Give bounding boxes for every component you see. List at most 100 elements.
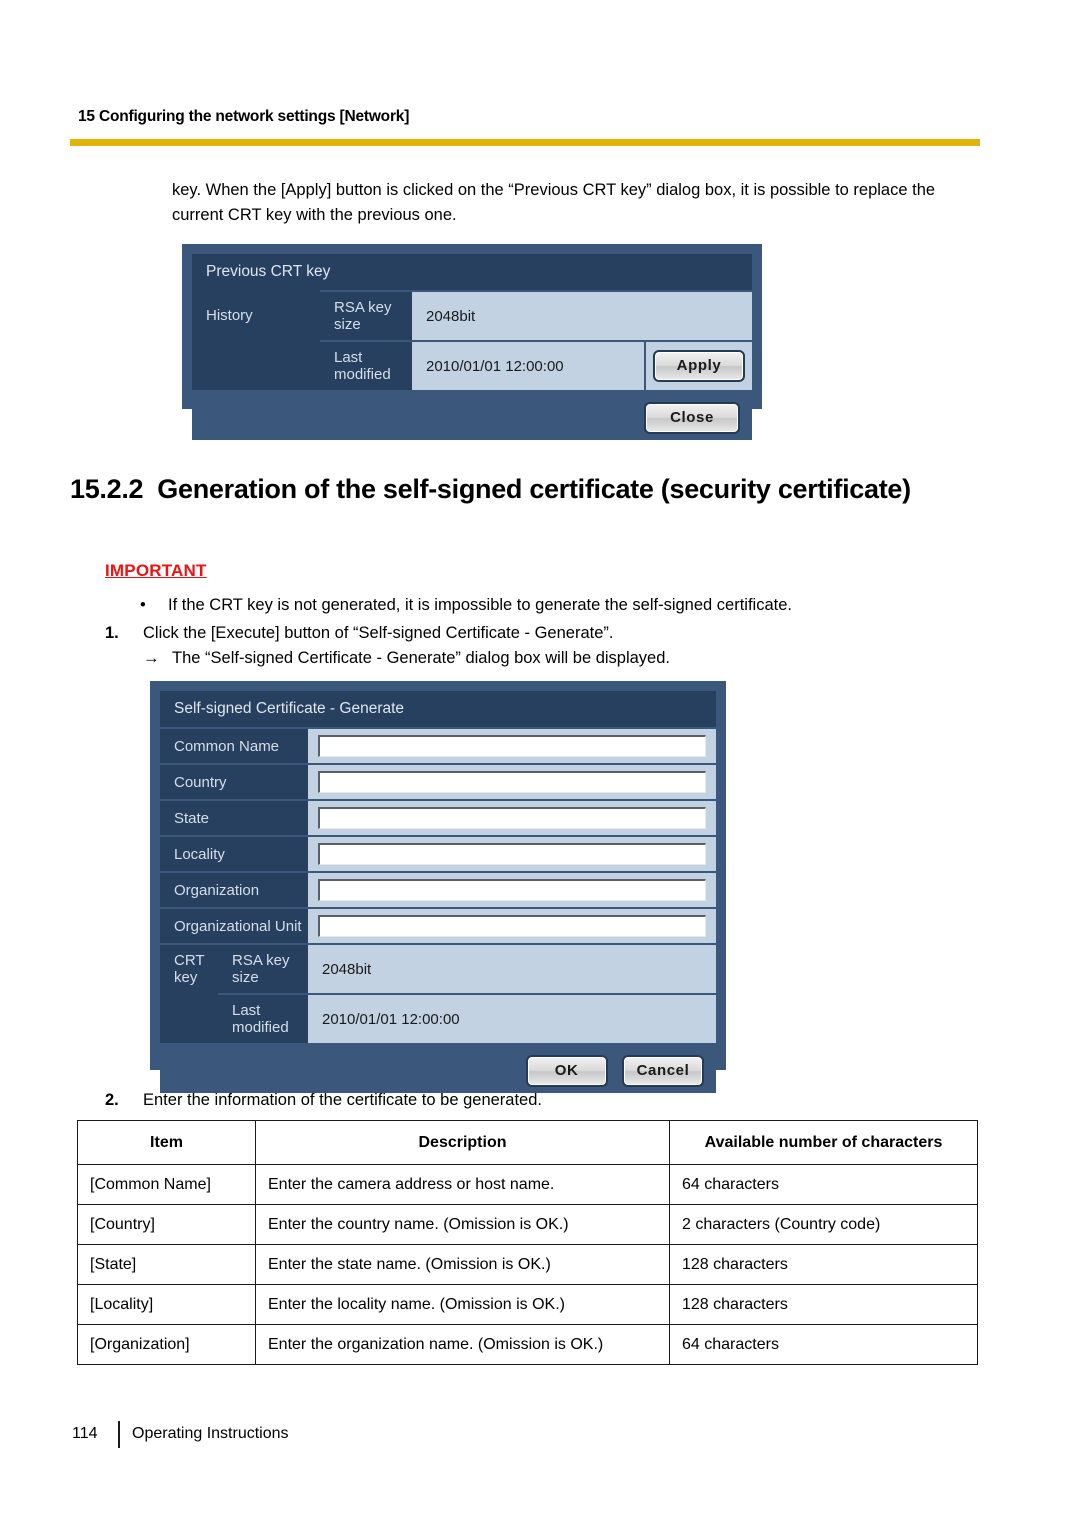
apply-button[interactable]: Apply xyxy=(653,350,745,382)
cell-item: [Country] xyxy=(77,1204,256,1245)
organization-input[interactable] xyxy=(318,879,706,901)
column-header-description: Description xyxy=(255,1120,670,1165)
crt-key-grid: CRT key RSA key size 2048bit xyxy=(160,943,716,993)
table-row: [State] Enter the state name. (Omission … xyxy=(77,1244,978,1285)
table-head: Item Description Available number of cha… xyxy=(77,1120,978,1165)
cell-characters: 64 characters xyxy=(669,1164,978,1205)
field-row-organizational-unit: Organizational Unit xyxy=(160,907,716,943)
rsa-key-size-label: RSA key size xyxy=(320,290,412,340)
cell-characters: 128 characters xyxy=(669,1284,978,1325)
field-row-locality: Locality xyxy=(160,835,716,871)
locality-input[interactable] xyxy=(318,843,706,865)
state-input-cell xyxy=(308,799,716,835)
step-1: 1. Click the [Execute] button of “Self-s… xyxy=(105,621,985,645)
certificate-fields-grid: Common Name Country State Locality Organ… xyxy=(160,727,716,943)
important-bullet-text: If the CRT key is not generated, it is i… xyxy=(168,596,792,614)
certificate-items-table: Item Description Available number of cha… xyxy=(77,1120,978,1365)
country-label: Country xyxy=(160,763,308,799)
page-number: 114 xyxy=(72,1425,98,1442)
cancel-button[interactable]: Cancel xyxy=(622,1055,704,1087)
crt-key-label: CRT key xyxy=(160,943,218,993)
step-2: 2. Enter the information of the certific… xyxy=(105,1088,985,1112)
cell-description: Enter the locality name. (Omission is OK… xyxy=(255,1284,670,1325)
organizational-unit-label: Organizational Unit xyxy=(160,907,308,943)
section-heading: 15.2.2 Generation of the self-signed cert… xyxy=(70,472,982,506)
document-name: Operating Instructions xyxy=(132,1425,289,1442)
common-name-input[interactable] xyxy=(318,735,706,757)
cell-item: [Organization] xyxy=(77,1324,256,1365)
self-signed-certificate-generate-dialog: Self-signed Certificate - Generate Commo… xyxy=(150,681,726,1093)
ok-button[interactable]: OK xyxy=(525,1055,608,1087)
running-head: 15 Configuring the network settings [Net… xyxy=(78,108,410,125)
country-input-cell xyxy=(308,763,716,799)
organization-label: Organization xyxy=(160,871,308,907)
history-grid: History RSA key size 2048bit xyxy=(192,290,752,340)
step-2-text: Enter the information of the certificate… xyxy=(143,1091,542,1109)
close-button[interactable]: Close xyxy=(644,402,740,434)
section-title: Generation of the self-signed certificat… xyxy=(157,474,911,504)
step-1-result-text: The “Self-signed Certificate - Generate”… xyxy=(172,649,670,667)
last-modified-row: Last modified 2010/01/01 12:00:00 Apply xyxy=(192,340,752,390)
dialog-title: Previous CRT key xyxy=(192,254,752,290)
column-header-item: Item xyxy=(77,1120,256,1165)
arrow-icon: → xyxy=(143,649,160,667)
common-name-input-cell xyxy=(308,727,716,763)
previous-crt-key-dialog: Previous CRT key History RSA key size 20… xyxy=(182,244,762,440)
table-header-row: Item Description Available number of cha… xyxy=(77,1120,978,1165)
field-row-common-name: Common Name xyxy=(160,727,716,763)
field-row-country: Country xyxy=(160,763,716,799)
organizational-unit-input[interactable] xyxy=(318,915,706,937)
rsa-key-size-value: 2048bit xyxy=(412,290,752,340)
cell-item: [Common Name] xyxy=(77,1164,256,1205)
crt-last-modified-value: 2010/01/01 12:00:00 xyxy=(308,993,716,1043)
section-number: 15.2.2 xyxy=(70,474,144,504)
locality-label: Locality xyxy=(160,835,308,871)
last-modified-value: 2010/01/01 12:00:00 xyxy=(412,340,644,390)
table-row: [Common Name] Enter the camera address o… xyxy=(77,1164,978,1205)
cell-description: Enter the organization name. (Omission i… xyxy=(255,1324,670,1365)
cell-characters: 2 characters (Country code) xyxy=(669,1204,978,1245)
country-input[interactable] xyxy=(318,771,706,793)
organization-input-cell xyxy=(308,871,716,907)
dialog-footer: OK Cancel xyxy=(160,1043,716,1093)
crt-last-modified-label: Last modified xyxy=(218,993,308,1043)
common-name-label: Common Name xyxy=(160,727,308,763)
last-modified-grid: Last modified 2010/01/01 12:00:00 Apply xyxy=(192,340,752,390)
step-1-number: 1. xyxy=(105,624,119,642)
crt-rsa-key-size-row: CRT key RSA key size 2048bit xyxy=(160,943,716,993)
table-body: [Common Name] Enter the camera address o… xyxy=(77,1164,978,1365)
cell-description: Enter the state name. (Omission is OK.) xyxy=(255,1244,670,1285)
cell-item: [State] xyxy=(77,1244,256,1285)
crt-key-label-spacer xyxy=(160,993,218,1043)
apply-button-cell: Apply xyxy=(644,340,752,390)
locality-input-cell xyxy=(308,835,716,871)
important-bullet-item: • If the CRT key is not generated, it is… xyxy=(140,593,980,617)
step-2-number: 2. xyxy=(105,1091,119,1109)
cell-description: Enter the country name. (Omission is OK.… xyxy=(255,1204,670,1245)
last-modified-label: Last modified xyxy=(320,340,412,390)
field-row-organization: Organization xyxy=(160,871,716,907)
cell-description: Enter the camera address or host name. xyxy=(255,1164,670,1205)
table-row: [Organization] Enter the organization na… xyxy=(77,1324,978,1365)
cell-characters: 128 characters xyxy=(669,1244,978,1285)
history-label: History xyxy=(192,290,320,340)
rsa-key-size-row: History RSA key size 2048bit xyxy=(192,290,752,340)
crt-last-modified-grid: Last modified 2010/01/01 12:00:00 xyxy=(160,993,716,1043)
step-1-result: → The “Self-signed Certificate - Generat… xyxy=(143,646,1003,670)
step-1-text: Click the [Execute] button of “Self-sign… xyxy=(143,624,614,642)
dialog-title: Self-signed Certificate - Generate xyxy=(160,691,716,727)
column-header-available-characters: Available number of characters xyxy=(669,1120,978,1165)
table-row: [Locality] Enter the locality name. (Omi… xyxy=(77,1284,978,1325)
history-label-spacer xyxy=(192,340,320,390)
state-input[interactable] xyxy=(318,807,706,829)
crt-rsa-key-size-label: RSA key size xyxy=(218,943,308,993)
bullet-glyph: • xyxy=(140,596,146,614)
cell-characters: 64 characters xyxy=(669,1324,978,1365)
intro-paragraph: key. When the [Apply] button is clicked … xyxy=(172,181,936,224)
important-heading: IMPORTANT xyxy=(105,561,207,580)
table-row: [Country] Enter the country name. (Omiss… xyxy=(77,1204,978,1245)
header-accent-rule xyxy=(70,139,980,146)
field-row-state: State xyxy=(160,799,716,835)
state-label: State xyxy=(160,799,308,835)
dialog-footer: Close xyxy=(192,390,752,440)
